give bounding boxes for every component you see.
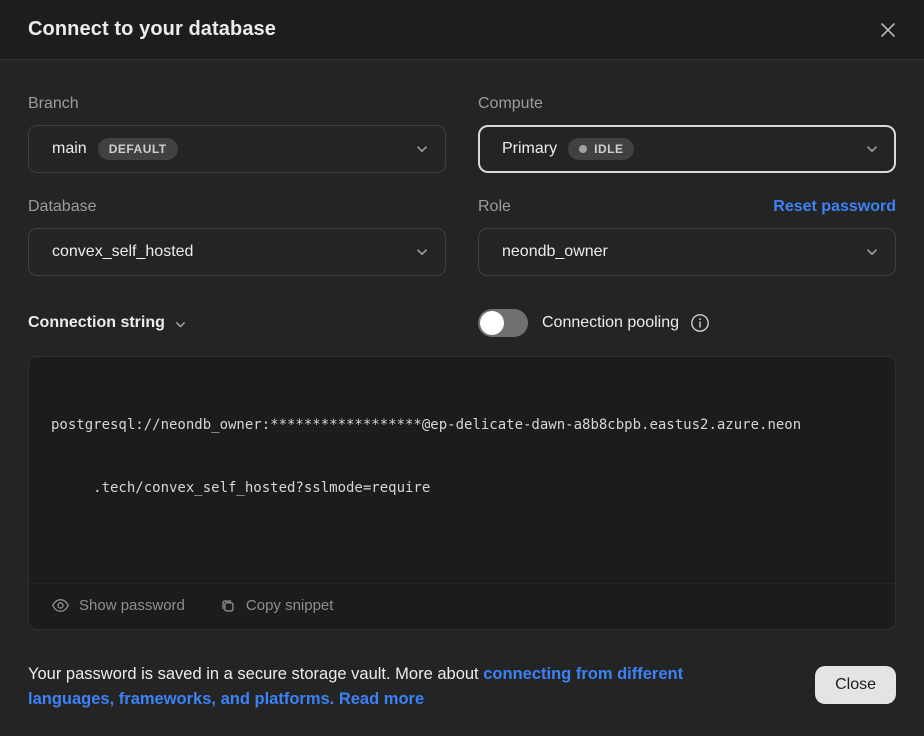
reset-password-link[interactable]: Reset password bbox=[773, 198, 896, 216]
connection-string-line2: .tech/convex_self_hosted?sslmode=require bbox=[51, 478, 873, 499]
eye-icon bbox=[51, 596, 70, 615]
toggle-knob bbox=[480, 311, 504, 335]
chevron-down-icon bbox=[865, 142, 879, 156]
show-password-label: Show password bbox=[79, 597, 185, 614]
compute-value: Primary bbox=[502, 140, 557, 158]
read-more-link[interactable]: Read more bbox=[339, 690, 424, 708]
code-actions-bar: Show password Copy snippet bbox=[29, 583, 895, 629]
database-value: convex_self_hosted bbox=[52, 243, 193, 261]
compute-label: Compute bbox=[478, 95, 896, 113]
role-select[interactable]: neondb_owner bbox=[478, 228, 896, 276]
connection-string-label: Connection string bbox=[28, 314, 165, 332]
default-badge: DEFAULT bbox=[98, 138, 178, 160]
connection-string-dropdown[interactable]: Connection string bbox=[28, 314, 446, 332]
role-group: Role Reset password neondb_owner bbox=[478, 198, 896, 276]
status-dot bbox=[579, 145, 587, 153]
database-group: Database convex_self_hosted bbox=[28, 198, 446, 276]
close-button[interactable]: Close bbox=[815, 666, 896, 704]
connection-pooling-group: Connection pooling bbox=[478, 309, 896, 337]
dialog-title: Connect to your database bbox=[28, 18, 276, 41]
compute-select[interactable]: Primary IDLE bbox=[478, 125, 896, 173]
connection-string-value[interactable]: postgresql://neondb_owner:**************… bbox=[29, 357, 895, 557]
role-value: neondb_owner bbox=[502, 243, 608, 261]
branch-label: Branch bbox=[28, 95, 446, 113]
connection-string-box: postgresql://neondb_owner:**************… bbox=[28, 356, 896, 630]
dialog-footer: Your password is saved in a secure stora… bbox=[28, 662, 896, 712]
branch-group: Branch main DEFAULT bbox=[28, 95, 446, 173]
branch-select[interactable]: main DEFAULT bbox=[28, 125, 446, 173]
chevron-down-icon bbox=[415, 245, 429, 259]
connection-string-line1: postgresql://neondb_owner:**************… bbox=[51, 415, 873, 436]
connection-pooling-toggle[interactable] bbox=[478, 309, 528, 337]
chevron-down-icon bbox=[415, 142, 429, 156]
database-label: Database bbox=[28, 198, 446, 216]
info-icon[interactable] bbox=[690, 313, 710, 333]
role-label: Role bbox=[478, 198, 511, 216]
show-password-button[interactable]: Show password bbox=[51, 596, 185, 615]
copy-icon bbox=[219, 597, 237, 615]
connect-database-dialog: Connect to your database Branch main DEF… bbox=[0, 0, 924, 736]
copy-snippet-button[interactable]: Copy snippet bbox=[219, 597, 334, 615]
footer-note: Your password is saved in a secure stora… bbox=[28, 662, 773, 712]
dialog-header: Connect to your database bbox=[0, 0, 924, 60]
connection-pooling-label: Connection pooling bbox=[542, 314, 679, 332]
copy-snippet-label: Copy snippet bbox=[246, 597, 334, 614]
chevron-down-icon bbox=[174, 318, 187, 331]
chevron-down-icon bbox=[865, 245, 879, 259]
database-select[interactable]: convex_self_hosted bbox=[28, 228, 446, 276]
footer-note-text: Your password is saved in a secure stora… bbox=[28, 665, 483, 683]
dialog-body: Branch main DEFAULT Compute Primary IDLE bbox=[0, 60, 924, 736]
idle-badge: IDLE bbox=[568, 138, 634, 160]
close-icon[interactable] bbox=[874, 16, 902, 44]
branch-value: main bbox=[52, 140, 87, 158]
compute-group: Compute Primary IDLE bbox=[478, 95, 896, 173]
